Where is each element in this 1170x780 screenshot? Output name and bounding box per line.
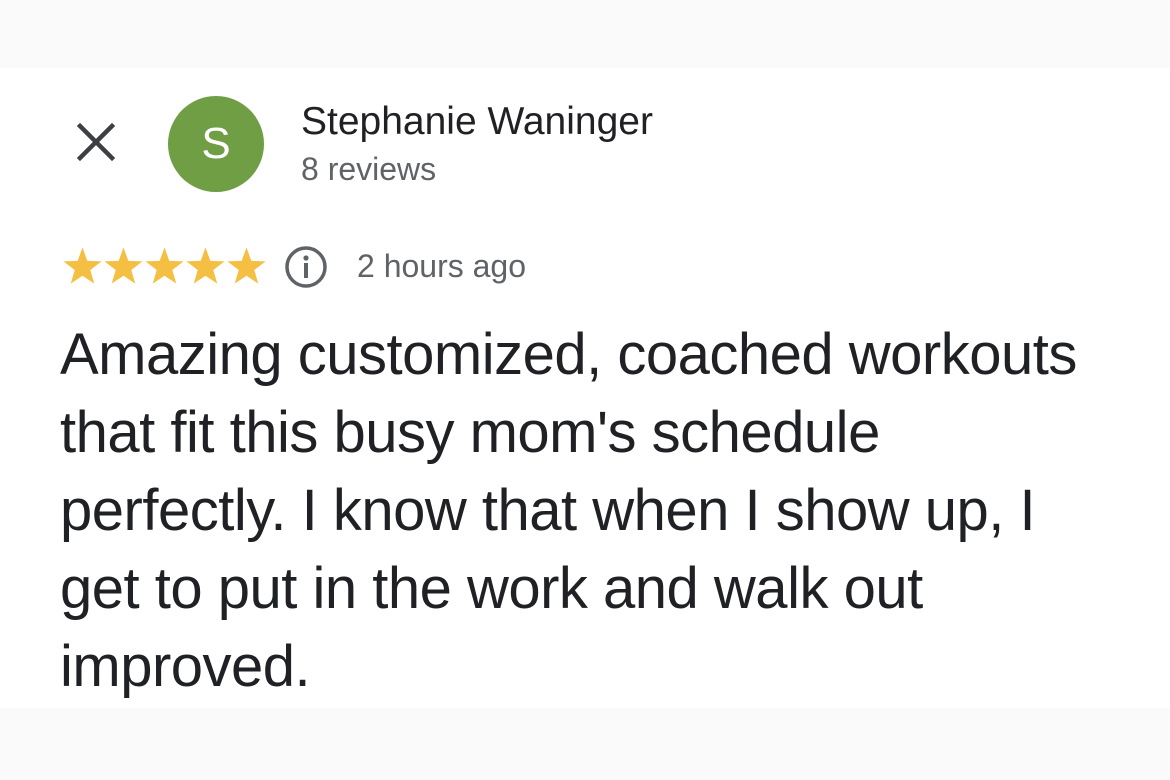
close-icon	[76, 122, 116, 162]
star-icon	[104, 247, 143, 284]
star-icon	[145, 247, 184, 284]
star-icon	[186, 247, 225, 284]
avatar-initial: S	[201, 119, 231, 168]
info-button[interactable]	[283, 244, 329, 290]
reviewer-name[interactable]: Stephanie Waninger	[301, 100, 653, 144]
star-rating	[62, 246, 267, 287]
review-text: Amazing customized, coached workouts tha…	[60, 322, 1077, 699]
star-icon	[63, 247, 102, 284]
info-icon	[285, 246, 327, 288]
close-button[interactable]	[64, 110, 128, 174]
star-icon	[227, 247, 266, 284]
avatar[interactable]: S	[168, 96, 264, 192]
review-timestamp: 2 hours ago	[357, 248, 527, 284]
reviewer-review-count: 8 reviews	[301, 151, 437, 187]
